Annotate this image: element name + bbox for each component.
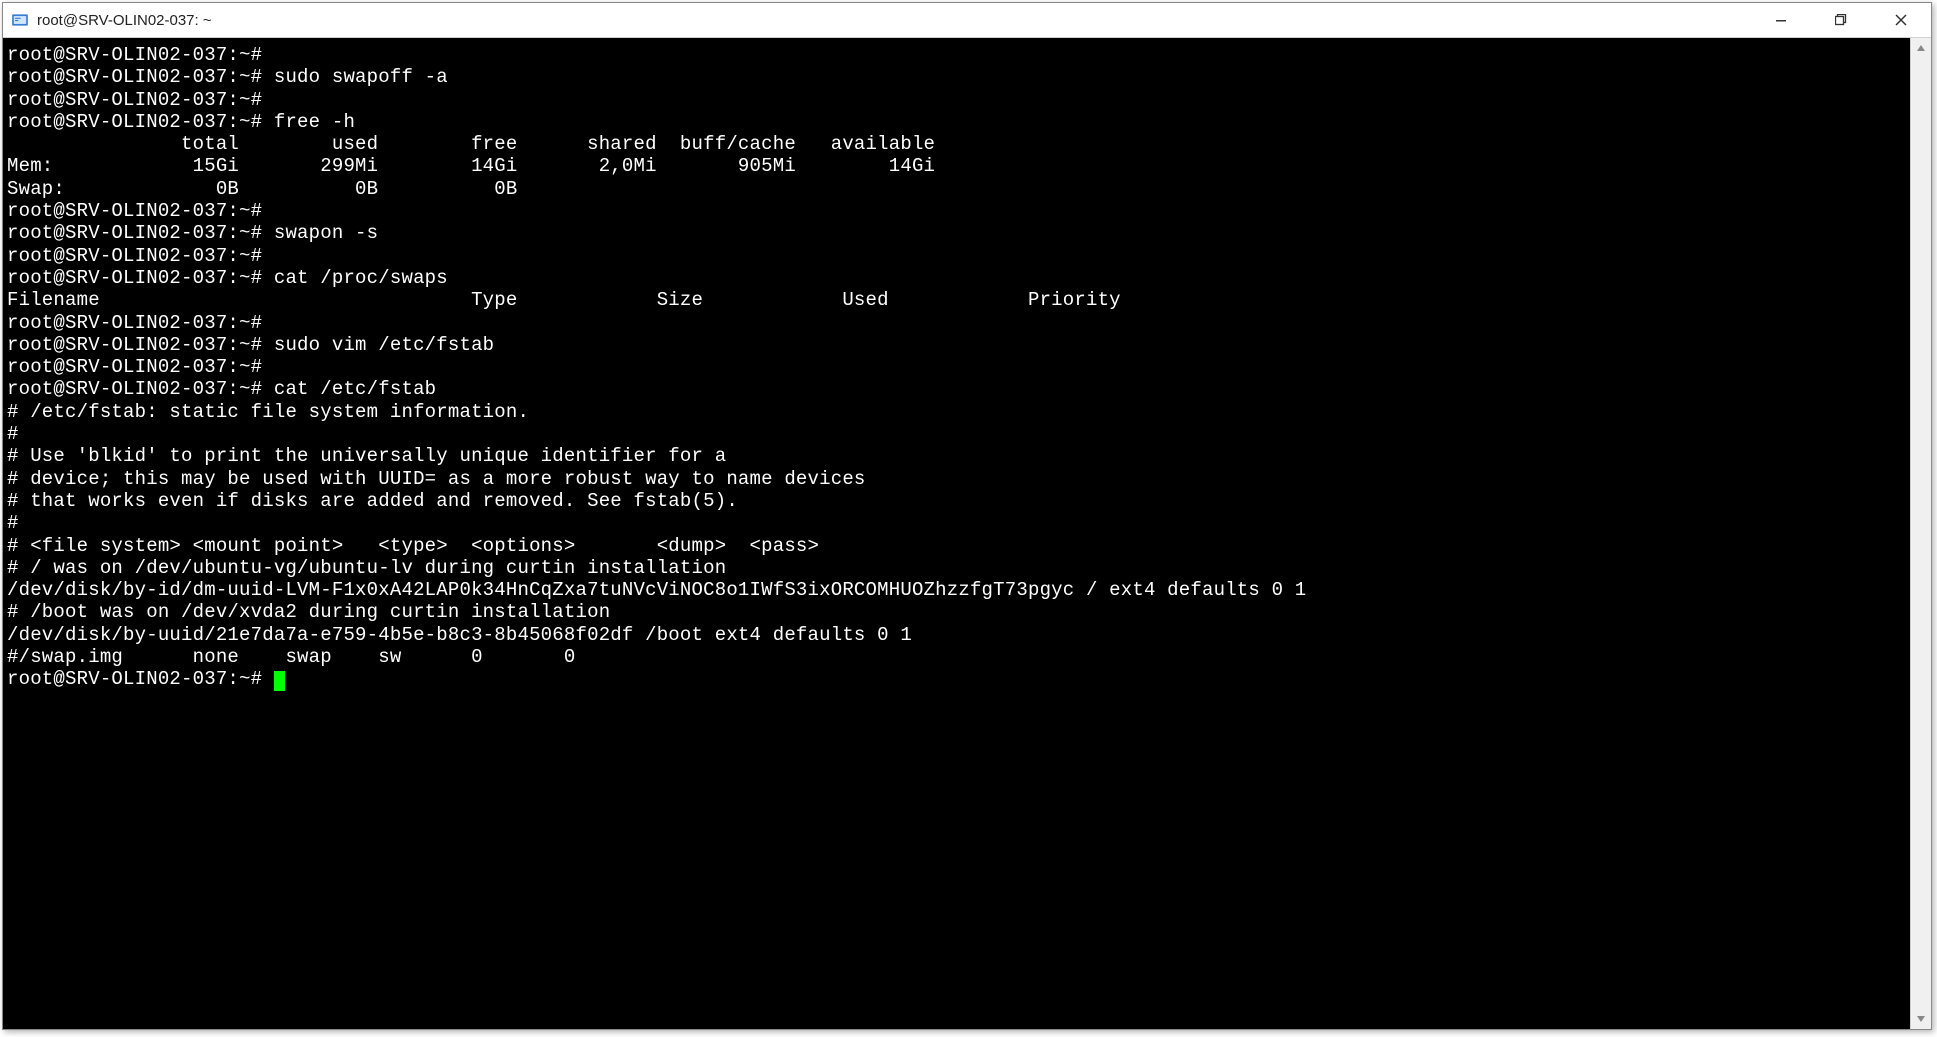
putty-window: root@SRV-OLIN02-037: ~ root@SRV-OLIN02-0…: [2, 2, 1932, 1030]
terminal-line: #: [7, 423, 19, 445]
terminal-line: #/swap.img none swap sw 0 0: [7, 646, 576, 668]
terminal[interactable]: root@SRV-OLIN02-037:~# root@SRV-OLIN02-0…: [3, 38, 1910, 1029]
terminal-line: root@SRV-OLIN02-037:~# free -h: [7, 111, 355, 133]
terminal-line: root@SRV-OLIN02-037:~#: [7, 200, 262, 222]
terminal-line: #: [7, 512, 19, 534]
terminal-line: root@SRV-OLIN02-037:~# cat /proc/swaps: [7, 267, 448, 289]
terminal-cursor: [274, 671, 285, 691]
terminal-line: root@SRV-OLIN02-037:~#: [7, 356, 262, 378]
terminal-line: # /etc/fstab: static file system informa…: [7, 401, 529, 423]
terminal-line: # /boot was on /dev/xvda2 during curtin …: [7, 601, 610, 623]
terminal-line: root@SRV-OLIN02-037:~# sudo swapoff -a: [7, 66, 448, 88]
terminal-line: # that works even if disks are added and…: [7, 490, 738, 512]
terminal-line: root@SRV-OLIN02-037:~#: [7, 668, 274, 690]
terminal-line: # Use 'blkid' to print the universally u…: [7, 445, 726, 467]
terminal-line: root@SRV-OLIN02-037:~# swapon -s: [7, 222, 378, 244]
terminal-line: root@SRV-OLIN02-037:~#: [7, 44, 262, 66]
terminal-line: /dev/disk/by-id/dm-uuid-LVM-F1x0xA42LAP0…: [7, 579, 1306, 601]
scrollbar[interactable]: [1910, 38, 1931, 1029]
terminal-line: total used free shared buff/cache availa…: [7, 133, 935, 155]
titlebar[interactable]: root@SRV-OLIN02-037: ~: [3, 3, 1931, 38]
terminal-line: # / was on /dev/ubuntu-vg/ubuntu-lv duri…: [7, 557, 726, 579]
terminal-line: Filename Type Size Used Priority: [7, 289, 1121, 311]
putty-icon: [11, 11, 29, 29]
terminal-line: root@SRV-OLIN02-037:~#: [7, 89, 262, 111]
terminal-line: # <file system> <mount point> <type> <op…: [7, 535, 819, 557]
minimize-button[interactable]: [1751, 3, 1811, 37]
maximize-button[interactable]: [1811, 3, 1871, 37]
terminal-line: root@SRV-OLIN02-037:~# cat /etc/fstab: [7, 378, 436, 400]
window-title: root@SRV-OLIN02-037: ~: [37, 12, 1751, 29]
scroll-up-icon[interactable]: [1911, 38, 1931, 58]
close-button[interactable]: [1871, 3, 1931, 37]
terminal-line: Mem: 15Gi 299Mi 14Gi 2,0Mi 905Mi 14Gi: [7, 155, 935, 177]
terminal-line: root@SRV-OLIN02-037:~#: [7, 312, 262, 334]
terminal-line: root@SRV-OLIN02-037:~# sudo vim /etc/fst…: [7, 334, 494, 356]
terminal-line: root@SRV-OLIN02-037:~#: [7, 245, 262, 267]
terminal-line: Swap: 0B 0B 0B: [7, 178, 517, 200]
scroll-down-icon[interactable]: [1911, 1009, 1931, 1029]
client-area: root@SRV-OLIN02-037:~# root@SRV-OLIN02-0…: [3, 38, 1931, 1029]
terminal-line: # device; this may be used with UUID= as…: [7, 468, 866, 490]
terminal-line: /dev/disk/by-uuid/21e7da7a-e759-4b5e-b8c…: [7, 624, 912, 646]
